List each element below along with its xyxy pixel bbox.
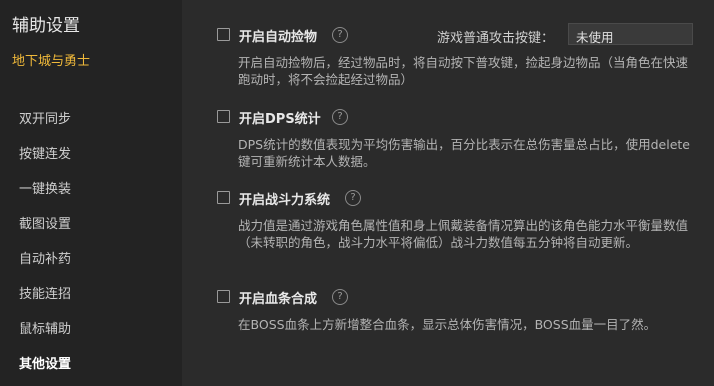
sidebar-item-skill-combo[interactable]: 技能连招 (19, 283, 71, 302)
combat-power-checkbox[interactable] (217, 191, 230, 204)
dps-stats-desc: DPS统计的数值表现为平均伤害输出，百分比表示在总伤害量总占比，使用delete… (238, 137, 690, 169)
sidebar-item-quick-equip[interactable]: 一键换装 (19, 178, 71, 197)
help-icon[interactable]: ? (332, 27, 348, 43)
sidebar: 辅助设置 地下城与勇士 双开同步 按键连发 一键换装 截图设置 自动补药 技能连… (0, 0, 182, 386)
app-title: 辅助设置 (12, 16, 80, 36)
sidebar-item-key-repeat[interactable]: 按键连发 (19, 143, 71, 162)
hp-bar-merge-checkbox[interactable] (217, 290, 230, 303)
help-icon[interactable]: ? (332, 109, 348, 125)
hp-bar-merge-desc: 在BOSS血条上方新增整合血条，显示总体伤害情况，BOSS血量一目了然。 (238, 317, 657, 332)
combat-power-title[interactable]: 开启战斗力系统 (239, 189, 330, 208)
hp-bar-merge-title[interactable]: 开启血条合成 (239, 288, 317, 307)
game-name: 地下城与勇士 (12, 54, 91, 69)
attack-key-label: 游戏普通攻击按键： (437, 31, 555, 46)
dps-stats-checkbox[interactable] (217, 110, 230, 123)
dps-stats-title[interactable]: 开启DPS统计 (239, 108, 321, 127)
sidebar-item-screenshot[interactable]: 截图设置 (19, 213, 71, 232)
sidebar-item-other-settings[interactable]: 其他设置 (19, 353, 71, 372)
sidebar-item-dual-sync[interactable]: 双开同步 (19, 108, 71, 127)
help-icon[interactable]: ? (345, 190, 361, 206)
attack-key-field[interactable]: 未使用 (568, 23, 693, 45)
sidebar-item-auto-potion[interactable]: 自动补药 (19, 248, 71, 267)
sidebar-item-mouse-assist[interactable]: 鼠标辅助 (19, 318, 71, 337)
help-icon[interactable]: ? (332, 289, 348, 305)
auto-pickup-desc: 开启自动捡物后，经过物品时，将自动按下普攻键，捡起身边物品（当角色在快速跑动时，… (238, 55, 689, 87)
auto-pickup-checkbox[interactable] (217, 28, 230, 41)
settings-panel: 开启自动捡物 ? 游戏普通攻击按键： 未使用 开启自动捡物后，经过物品时，将自动… (182, 0, 714, 386)
auto-pickup-title[interactable]: 开启自动捡物 (239, 26, 317, 45)
combat-power-desc: 战力值是通过游戏角色属性值和身上佩戴装备情况算出的该角色能力水平衡量数值（未转职… (238, 218, 689, 250)
